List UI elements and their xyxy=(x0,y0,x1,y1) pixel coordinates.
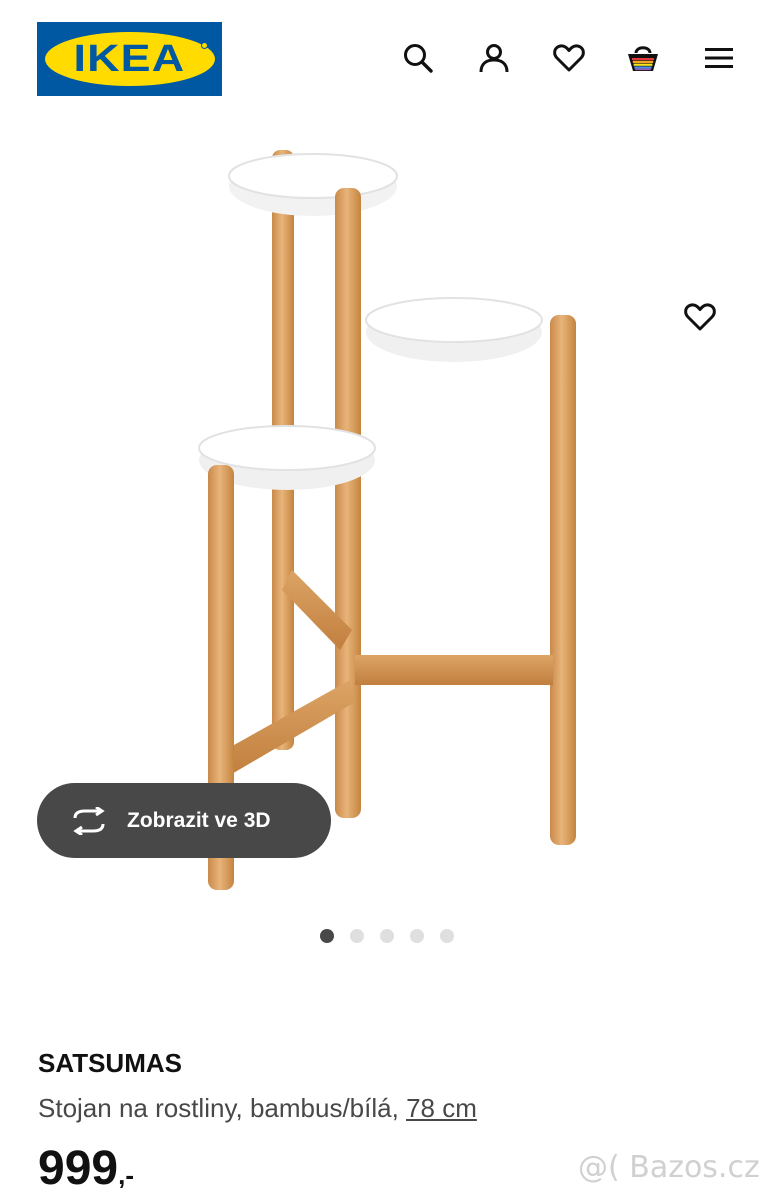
watermark: @( Bazos.cz xyxy=(578,1150,760,1185)
favourites-button[interactable] xyxy=(549,38,589,78)
cart-icon xyxy=(628,46,658,71)
menu-button[interactable] xyxy=(699,38,739,78)
cart-button[interactable] xyxy=(623,38,663,78)
search-icon xyxy=(404,44,433,73)
carousel-dot[interactable] xyxy=(410,929,424,943)
carousel-dot[interactable] xyxy=(320,929,334,943)
menu-icon xyxy=(705,48,733,68)
price-suffix: ,- xyxy=(118,1160,134,1190)
product-description-text: Stojan na rostliny, bambus/bílá, xyxy=(38,1093,407,1123)
product-description: Stojan na rostliny, bambus/bílá, 78 cm xyxy=(38,1093,477,1124)
header: IKEA xyxy=(0,0,775,110)
carousel-dot[interactable] xyxy=(440,929,454,943)
view-3d-button[interactable]: Zobrazit ve 3D xyxy=(37,783,331,858)
product-size-link[interactable]: 78 cm xyxy=(406,1093,477,1123)
profile-button[interactable] xyxy=(474,38,514,78)
product-price: 999 ,- xyxy=(38,1143,134,1195)
logo-text: IKEA xyxy=(73,37,186,80)
price-value: 999 xyxy=(38,1142,119,1195)
rotate-3d-icon xyxy=(69,806,109,835)
carousel-dot[interactable] xyxy=(380,929,394,943)
product-image-area[interactable] xyxy=(0,110,775,990)
search-button[interactable] xyxy=(398,38,438,78)
heart-icon xyxy=(684,303,716,331)
heart-icon xyxy=(553,44,585,72)
product-photo xyxy=(198,150,576,890)
registered-mark xyxy=(201,42,208,49)
add-to-favourites-button[interactable] xyxy=(680,297,720,337)
product-name: SATSUMAS xyxy=(38,1048,182,1078)
logo-oval: IKEA xyxy=(44,32,215,86)
view-3d-label: Zobrazit ve 3D xyxy=(127,808,271,832)
carousel-dot[interactable] xyxy=(350,929,364,943)
carousel-indicator xyxy=(320,929,454,943)
ikea-logo[interactable]: IKEA xyxy=(37,22,222,96)
profile-icon xyxy=(479,44,509,73)
